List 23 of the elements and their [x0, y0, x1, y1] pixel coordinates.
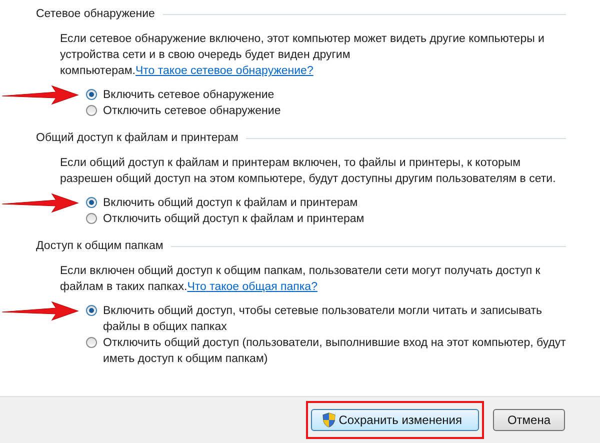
option-label[interactable]: Отключить общий доступ (пользователи, выполнившие вход на этот компьютер, будут иметь доступ к общим папкам) — [103, 335, 566, 367]
radio-button[interactable] — [86, 337, 97, 348]
option-label[interactable]: Отключить общий доступ к файлам и принтерам — [103, 211, 566, 227]
radio-button[interactable] — [86, 305, 97, 316]
radio-button[interactable] — [86, 197, 97, 208]
dialog-button[interactable]: Отмена — [493, 409, 565, 431]
option-label[interactable]: Включить общий доступ, чтобы сетевые пользователи могли читать и записывать файлы в общих папках — [103, 303, 566, 335]
help-link[interactable]: Что такое сетевое обнаружение? — [135, 65, 314, 77]
section-title: Доступ к общим папкам — [36, 240, 164, 252]
help-link[interactable]: Что такое общая папка? — [187, 281, 318, 293]
shield-icon — [322, 412, 336, 428]
dialog-button[interactable]: Сохранить изменения — [310, 409, 479, 431]
option-label[interactable]: Включить общий доступ к файлам и принтерам — [103, 195, 566, 211]
description-text: Если включен общий доступ к общим папкам, пользователи сети могут получать доступ к файлам в таких папках.Что такое общая папка? — [60, 264, 542, 295]
radio-button[interactable] — [86, 213, 97, 224]
option-label[interactable]: Включить сетевое обнаружение — [103, 87, 566, 103]
description-text: Если сетевое обнаружение включено, этот компьютер может видеть другие компьютеры и устройства сети и в свою очередь будет виден другим компьютерам.Что такое сетевое обнаружение? — [60, 32, 546, 79]
radio-button[interactable] — [86, 105, 97, 116]
description-text: Если общий доступ к файлам и принтерам включен, то файлы и принтеры, к которым разрешен общий доступ на этом компьютере, будут доступны другим пользователям в сети. — [60, 156, 557, 187]
option-label[interactable]: Отключить сетевое обнаружение — [103, 103, 566, 119]
radio-button[interactable] — [86, 89, 97, 100]
section-title: Сетевое обнаружение — [36, 8, 155, 20]
section-title: Общий доступ к файлам и принтерам — [36, 132, 238, 144]
